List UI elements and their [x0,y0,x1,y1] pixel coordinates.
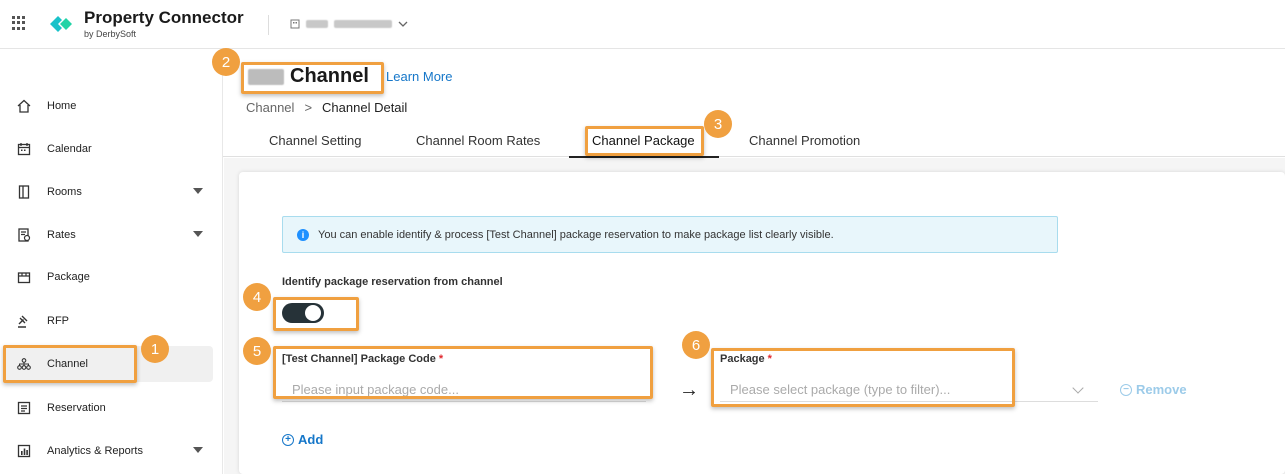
sidebar-item-reservation[interactable]: Reservation [4,390,213,426]
brand-logo-icon [50,16,72,32]
sidebar-item-label: Rooms [47,186,82,198]
package-select[interactable]: Please select package (type to filter)..… [720,378,1098,402]
package-label-text: Package [720,353,765,365]
sidebar-item-label: Package [47,271,90,283]
page-title: Channel [248,65,369,88]
calendar-icon [16,141,32,157]
apps-grid-icon[interactable] [12,16,26,30]
breadcrumb-channel[interactable]: Channel [246,100,294,115]
caret-down-icon [193,231,203,237]
sidebar-item-label: Calendar [47,143,92,155]
analytics-icon [16,443,32,459]
plus-circle-icon: + [282,433,294,446]
package-code-label: [Test Channel] Package Code * [282,353,443,365]
reservation-icon [16,400,32,416]
required-mark: * [438,353,444,365]
home-icon [16,98,32,114]
add-button[interactable]: + Add [282,432,323,447]
tab-channel-room-rates[interactable]: Channel Room Rates [416,133,540,148]
tab-channel-package[interactable]: Channel Package [592,133,695,148]
breadcrumb-current: Channel Detail [322,100,408,115]
toggle-label: Identify package reservation from channe… [282,276,503,288]
sidebar-item-channel[interactable]: Channel [4,346,213,382]
chevron-down-icon [398,21,408,27]
gavel-icon [16,313,32,329]
package-code-input[interactable]: Please input package code... [282,378,646,402]
sidebar-item-rooms[interactable]: Rooms [4,174,213,210]
callout-badge-4: 4 [243,283,271,311]
sidebar-item-rfp[interactable]: RFP [4,303,213,339]
sidebar-item-calendar[interactable]: Calendar [4,131,213,167]
callout-badge-1: 1 [141,335,169,363]
info-text: You can enable identify & process [Test … [318,228,834,241]
breadcrumb-separator-icon: > [304,100,313,115]
remove-button[interactable]: − Remove [1120,382,1187,397]
top-bar: Property Connector by DerbySoft [0,0,1285,49]
tab-channel-setting[interactable]: Channel Setting [269,133,362,148]
channel-icon [16,356,32,372]
required-mark: * [767,353,772,365]
mapping-arrow-icon: → [679,379,699,401]
sidebar-item-package[interactable]: Package [4,259,213,295]
hotel-name-redacted [306,20,328,28]
sidebar-item-rates[interactable]: Rates [4,217,213,253]
caret-down-icon [193,447,203,453]
caret-down-icon [193,188,203,194]
sidebar-item-label: Channel [47,358,88,370]
page-title-text: Channel [290,65,369,87]
sidebar: Home Calendar Rooms Rates Package RFP Ch… [0,50,223,474]
add-label: Add [298,432,324,447]
brand-subtitle: by DerbySoft [84,29,137,39]
channel-name-redacted [248,68,284,85]
tab-channel-promotion[interactable]: Channel Promotion [749,133,860,148]
minus-circle-icon: − [1120,383,1132,396]
hotel-name-redacted-2 [334,20,392,28]
sidebar-item-label: Analytics & Reports [47,445,143,457]
door-icon [16,184,32,200]
sidebar-item-home[interactable]: Home [4,88,213,124]
sidebar-item-label: Home [47,100,77,112]
callout-badge-6: 6 [682,331,710,359]
package-label: Package * [720,353,772,365]
package-icon [16,269,32,285]
header-divider [268,15,269,35]
sidebar-item-label: Reservation [47,402,106,414]
rates-icon [16,227,32,243]
sidebar-item-label: Rates [47,229,76,241]
identify-package-toggle[interactable] [282,303,324,323]
brand-title: Property Connector [84,8,244,27]
breadcrumb: Channel > Channel Detail [246,100,407,115]
callout-badge-3: 3 [704,110,732,138]
callout-badge-2: 2 [212,48,240,76]
tab-bar: Channel Setting Channel Room Rates Chann… [223,123,1285,157]
package-select-placeholder: Please select package (type to filter)..… [730,382,951,397]
package-code-label-text: [Test Channel] Package Code [282,353,436,365]
remove-label: Remove [1136,382,1187,397]
package-code-placeholder: Please input package code... [292,382,459,397]
hotel-selector[interactable] [290,15,408,33]
building-icon [290,19,300,29]
learn-more-link[interactable]: Learn More [386,69,452,84]
toggle-knob [305,305,321,321]
callout-badge-5: 5 [243,337,271,365]
info-banner: i You can enable identify & process [Tes… [282,216,1058,253]
sidebar-item-label: RFP [47,315,69,327]
sidebar-item-analytics-reports[interactable]: Analytics & Reports [4,433,213,469]
info-icon: i [297,228,309,241]
